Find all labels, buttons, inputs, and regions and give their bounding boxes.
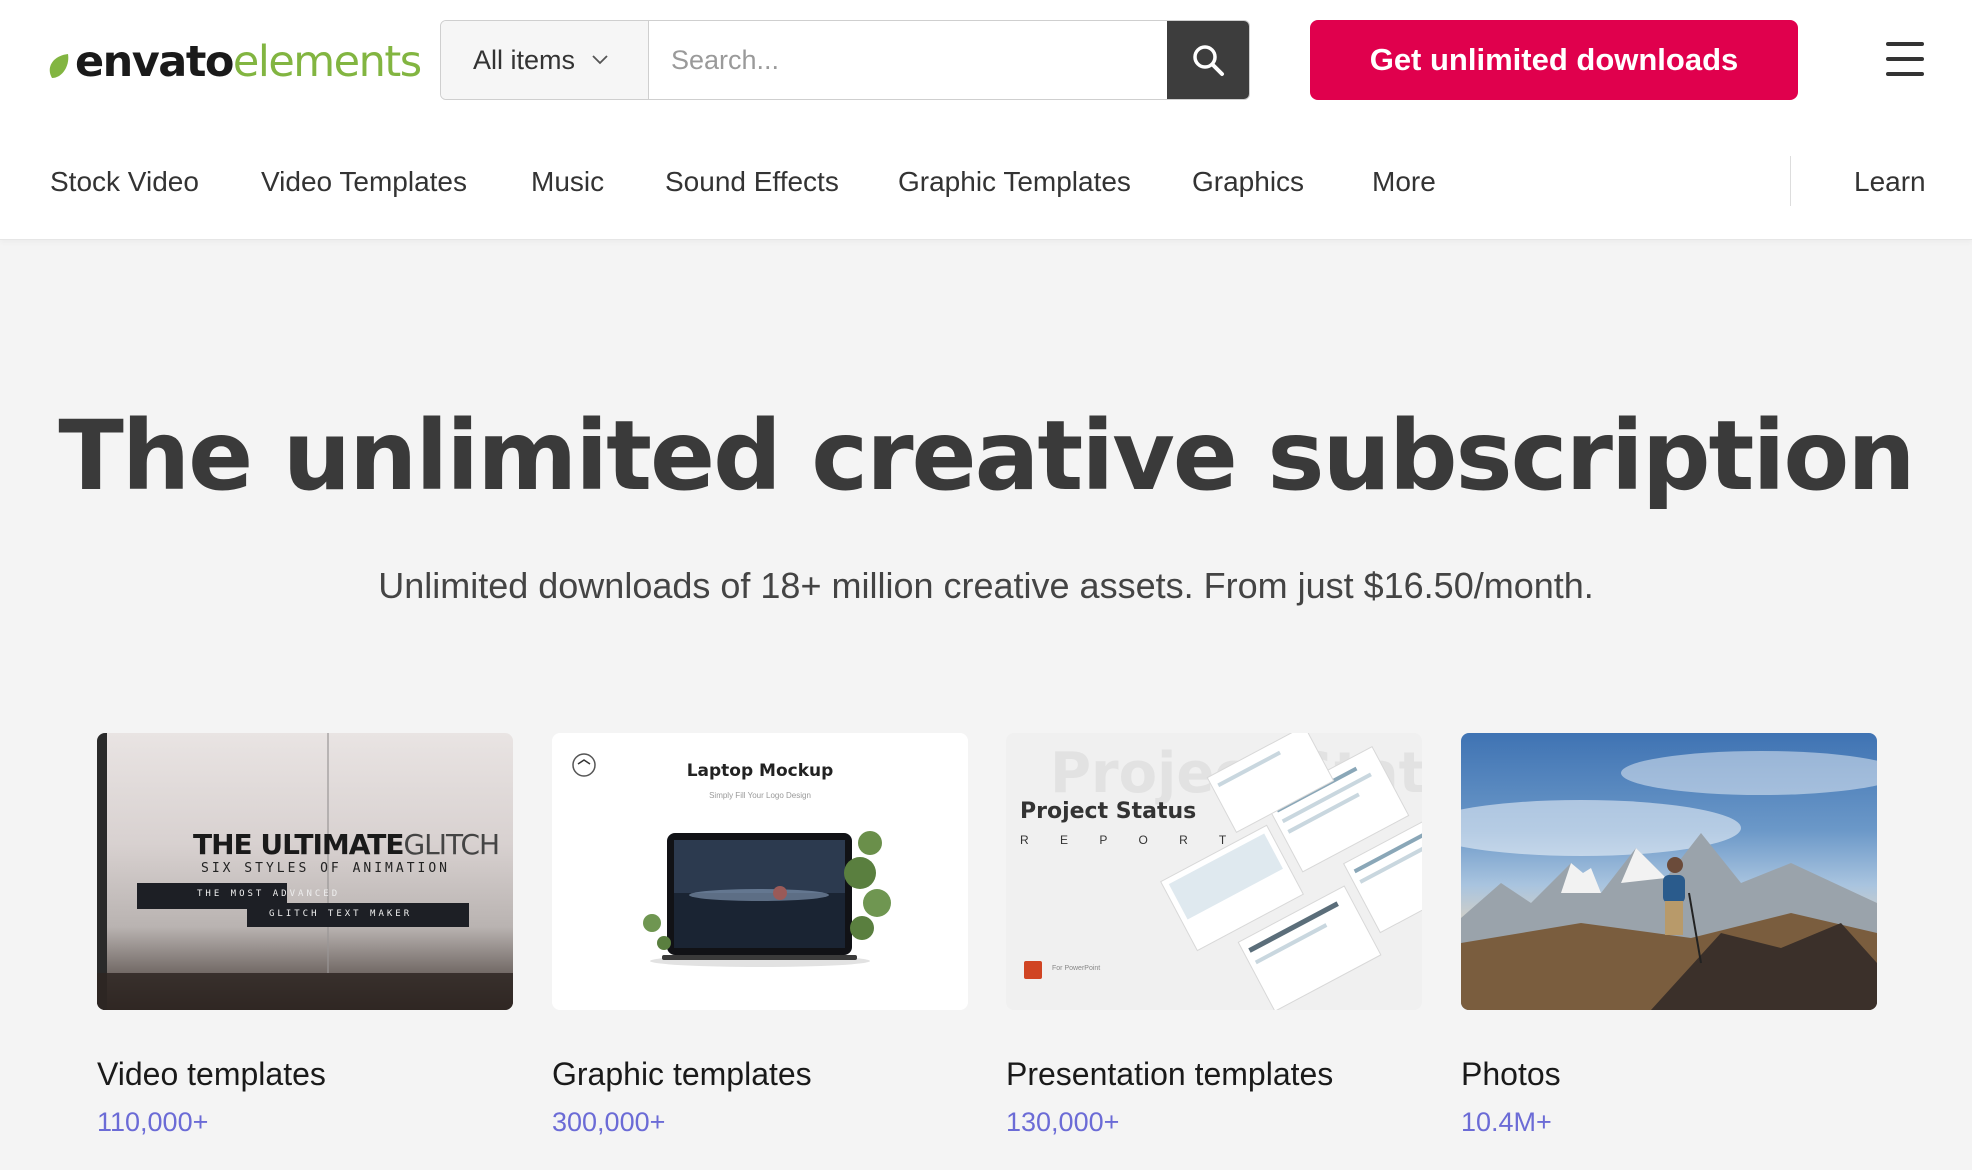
category-card-presentation-templates[interactable]: Project Statu Project Status R E P xyxy=(1006,733,1422,1138)
card-label[interactable]: Photos xyxy=(1461,1056,1877,1093)
nav-item-more[interactable]: More xyxy=(1372,150,1436,214)
presentation-footer: For PowerPoint xyxy=(1052,965,1101,972)
get-unlimited-downloads-button[interactable]: Get unlimited downloads xyxy=(1310,20,1798,100)
video-templates-thumbnail[interactable]: THE ULTIMATEGLITCH SIX STYLES OF ANIMATI… xyxy=(97,733,513,1010)
card-count: 300,000+ xyxy=(552,1107,666,1137)
nav-item-graphic-templates[interactable]: Graphic Templates xyxy=(898,150,1131,214)
mountain-hiker-photo xyxy=(1461,751,1877,1010)
category-card-graphic-templates[interactable]: Laptop Mockup Simply Fill Your Logo Desi… xyxy=(552,733,968,1138)
presentation-templates-thumbnail[interactable]: Project Statu Project Status R E P xyxy=(1006,733,1422,1010)
glitch-line-2: THE MOST ADVANCED xyxy=(197,889,341,899)
nav-item-graphics[interactable]: Graphics xyxy=(1192,150,1304,214)
card-label[interactable]: Presentation templates xyxy=(1006,1056,1422,1093)
nav-item-learn[interactable]: Learn xyxy=(1854,150,1926,214)
nav-divider xyxy=(1790,156,1791,206)
card-count: 10.4M+ xyxy=(1461,1107,1552,1137)
category-dropdown-label: All items xyxy=(473,44,576,75)
card-count: 130,000+ xyxy=(1006,1107,1120,1137)
photos-thumbnail[interactable] xyxy=(1461,733,1877,1010)
category-card-video-templates[interactable]: THE ULTIMATEGLITCH SIX STYLES OF ANIMATI… xyxy=(97,733,513,1138)
mockup-subtitle: Simply Fill Your Logo Design xyxy=(709,791,811,800)
nav-item-stock-video[interactable]: Stock Video xyxy=(50,150,199,214)
logo-text-elements: elements xyxy=(232,37,422,87)
search-bar: All items xyxy=(440,20,1250,100)
presentation-subtitle: R E P O R T xyxy=(1020,833,1241,847)
category-card-photos[interactable]: Photos 10.4M+ xyxy=(1461,733,1877,1138)
card-count: 110,000+ xyxy=(97,1107,209,1137)
category-dropdown[interactable]: All items xyxy=(441,21,649,99)
search-field xyxy=(649,21,1167,99)
search-button[interactable] xyxy=(1167,21,1249,99)
presentation-title: Project Status xyxy=(1020,799,1197,824)
nav-item-music[interactable]: Music xyxy=(531,150,604,214)
glitch-line-1: SIX STYLES OF ANIMATION xyxy=(201,861,451,876)
nav-item-sound-effects[interactable]: Sound Effects xyxy=(665,150,839,214)
nav-item-video-templates[interactable]: Video Templates xyxy=(261,150,467,214)
card-label[interactable]: Video templates xyxy=(97,1056,513,1093)
hamburger-menu-icon[interactable] xyxy=(1886,42,1924,76)
card-label[interactable]: Graphic templates xyxy=(552,1056,968,1093)
glitch-line-3: GLITCH TEXT MAKER xyxy=(269,909,413,919)
chevron-down-icon xyxy=(592,55,608,65)
envato-elements-logo[interactable]: envato elements xyxy=(48,32,422,92)
category-nav: Stock Video Video Templates Music Sound … xyxy=(0,150,1972,214)
graphic-templates-thumbnail[interactable]: Laptop Mockup Simply Fill Your Logo Desi… xyxy=(552,733,968,1010)
logo-text-envato: envato xyxy=(75,37,234,87)
hero-title: The unlimited creative subscription xyxy=(58,400,1915,512)
hero-subtitle: Unlimited downloads of 18+ million creat… xyxy=(378,565,1594,606)
leaf-icon xyxy=(49,54,69,78)
site-header: envatoelements All items Get unlimited d… xyxy=(0,0,1972,240)
search-input[interactable] xyxy=(671,44,1167,76)
glitch-title: THE ULTIMATEGLITCH xyxy=(193,828,500,861)
mockup-title: Laptop Mockup xyxy=(686,761,834,781)
search-icon xyxy=(1193,45,1224,76)
